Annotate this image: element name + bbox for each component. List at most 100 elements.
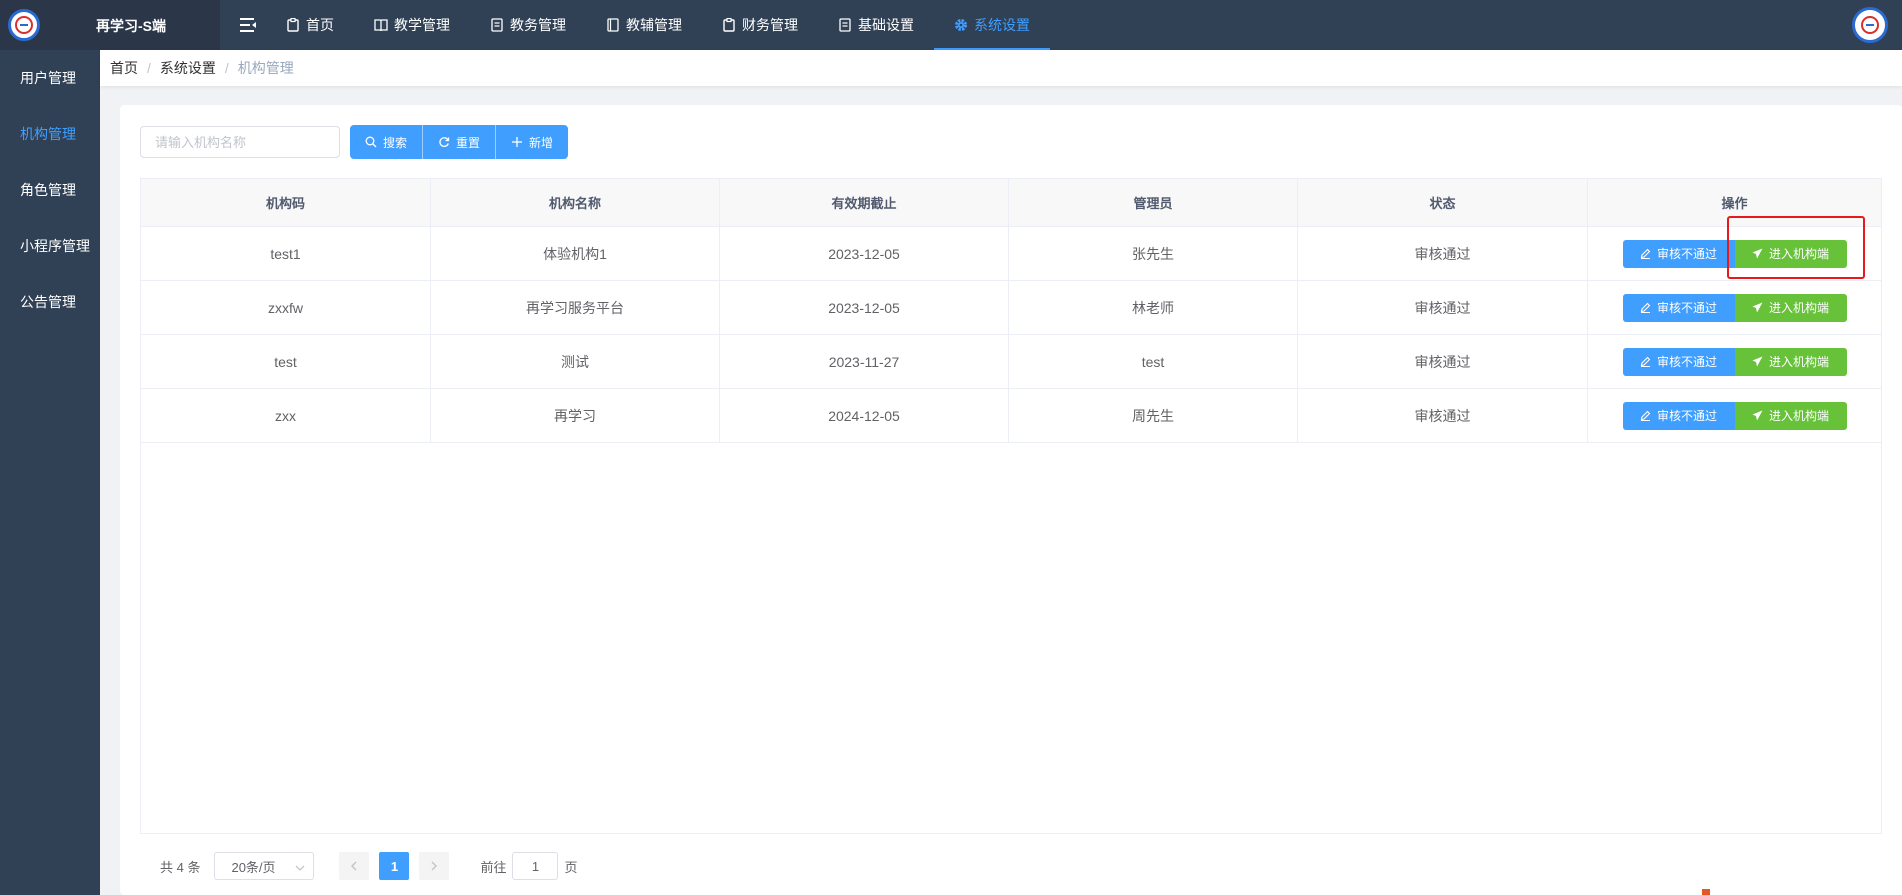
breadcrumb: 首页 / 系统设置 / 机构管理 [100, 50, 1902, 86]
enter-org-label: 进入机构端 [1768, 409, 1829, 423]
hamburger-icon[interactable] [230, 0, 266, 50]
reject-review-label: 审核不通过 [1656, 355, 1717, 369]
nav-item-label: 教辅管理 [626, 17, 682, 33]
reject-review-button[interactable]: 审核不通过 [1622, 401, 1735, 430]
enter-org-label: 进入机构端 [1768, 247, 1829, 261]
breadcrumb-home[interactable]: 首页 [110, 58, 138, 78]
breadcrumb-system-settings[interactable]: 系统设置 [160, 58, 216, 78]
nav-item-label: 基础设置 [858, 17, 914, 33]
nav-item-finance[interactable]: 财务管理 [702, 0, 818, 50]
page-size-select[interactable]: 20条/页 [214, 852, 315, 880]
clipboard-icon [722, 18, 736, 32]
cell-expiry: 2023-11-27 [720, 335, 1009, 388]
sidebar-item-miniprogram[interactable]: 小程序管理 [0, 218, 100, 274]
column-header: 操作 [1721, 196, 1748, 211]
nav-item-label: 系统设置 [974, 17, 1030, 33]
breadcrumb-separator: / [224, 60, 229, 76]
nav-item-basic-settings[interactable]: 基础设置 [818, 0, 934, 50]
breadcrumb-current: 机构管理 [237, 60, 294, 76]
clipboard-icon [286, 18, 300, 32]
search-button[interactable]: 搜索 [350, 125, 424, 159]
column-header: 状态 [1298, 179, 1588, 226]
enter-org-button[interactable]: 进入机构端 [1734, 239, 1847, 268]
nav-item-system-settings[interactable]: 系统设置 [934, 0, 1050, 50]
cell-org-name: 再学习 [431, 389, 720, 442]
refresh-icon [438, 136, 450, 148]
notebook-icon [606, 18, 620, 32]
cell-expiry: 2024-12-05 [720, 389, 1009, 442]
ime-toolbar [1702, 889, 1902, 895]
cell-actions: 审核不通过 进入机构端 [1588, 389, 1881, 442]
edit-icon [1640, 356, 1651, 367]
content-card: 搜索 重置 新增 机构码 机构名称 有效期截止 管理员 状态 操作 test 1 体… [120, 105, 1902, 895]
enter-org-button[interactable]: 进入机构端 [1734, 293, 1847, 322]
nav-item-academic[interactable]: 教务管理 [470, 0, 586, 50]
app-title: 再学习-S端 [96, 18, 166, 34]
cell-admin: test [1009, 335, 1298, 388]
nav-item-teaching[interactable]: 教学管理 [354, 0, 470, 50]
enter-org-button[interactable]: 进入机构端 [1734, 347, 1847, 376]
table-row: zxx 再学习 2024-12-05 周先生 审核通过 审核不通过 进入机构端 [141, 389, 1881, 443]
page-number-current[interactable]: 1 [379, 852, 410, 880]
enter-org-label: 进入机构端 [1768, 301, 1829, 315]
reject-review-button[interactable]: 审核不通过 [1622, 239, 1735, 268]
cell-status: 审核通过 [1298, 227, 1588, 280]
table-row: test1 体验机构1 2023-12-05 张先生 审核通过 审核不通过 进入机构端 [141, 227, 1881, 281]
column-header: 机构名称 [431, 179, 720, 226]
prev-page-button[interactable] [339, 852, 370, 880]
search-button-label: 搜索 [383, 135, 408, 150]
nav-item-teaching-aid[interactable]: 教辅管理 [586, 0, 702, 50]
goto-suffix: 页 [564, 859, 578, 875]
column-header: 管理员 [1009, 179, 1298, 226]
nav-item-label: 教学管理 [394, 17, 450, 33]
nav-item-label: 首页 [306, 17, 334, 33]
nav-item-label: 财务管理 [742, 17, 798, 33]
chevron-down-icon [295, 861, 305, 876]
brand: 再学习-S端 [0, 0, 220, 50]
chevron-left-icon [350, 859, 358, 874]
page-jumper: 前往 页 [480, 852, 578, 880]
pagination-total: 共 4 条 [160, 859, 201, 875]
next-page-button[interactable] [419, 852, 450, 880]
column-header: 机构码 [141, 179, 431, 226]
send-icon [1752, 410, 1763, 421]
add-button[interactable]: 新增 [496, 125, 569, 159]
goto-prefix: 前往 [480, 859, 507, 875]
plus-icon [511, 136, 523, 148]
user-avatar[interactable] [1852, 7, 1888, 43]
sidebar-item-roles[interactable]: 角色管理 [0, 162, 100, 218]
nav-item-home[interactable]: 首页 [266, 0, 354, 50]
cell-status: 审核通过 [1298, 281, 1588, 334]
action-buttons: 审核不通过 进入机构端 [1622, 401, 1847, 430]
cell-expiry: 2023-12-05 [720, 281, 1009, 334]
reject-review-button[interactable]: 审核不通过 [1622, 347, 1735, 376]
action-buttons: 审核不通过 进入机构端 [1622, 239, 1847, 268]
sidebar-item-announcements[interactable]: 公告管理 [0, 274, 100, 330]
reject-review-label: 审核不通过 [1656, 409, 1717, 423]
cell-org-name: 再学习服务平台 [431, 281, 720, 334]
cell-org-code: zxx [141, 389, 431, 442]
goto-page-input[interactable] [512, 852, 559, 880]
send-icon [1752, 248, 1763, 259]
org-name-search-input[interactable] [140, 126, 340, 158]
document-icon [838, 18, 852, 32]
nav-item-label: 教务管理 [510, 17, 566, 33]
edit-icon [1640, 302, 1651, 313]
toolbar-button-group: 搜索 重置 新增 [350, 125, 569, 159]
table-row: test 测试 2023-11-27 test 审核通过 审核不通过 进入机构端 [141, 335, 1881, 389]
cell-expiry: 2023-12-05 [720, 227, 1009, 280]
breadcrumb-separator: / [147, 60, 151, 76]
add-button-label: 新增 [529, 135, 554, 150]
sidebar-item-users[interactable]: 用户管理 [0, 50, 100, 106]
gear-icon [954, 18, 968, 32]
chevron-right-icon [430, 859, 438, 874]
column-header: 有效期截止 [720, 179, 1009, 226]
enter-org-button[interactable]: 进入机构端 [1734, 401, 1847, 430]
reject-review-button[interactable]: 审核不通过 [1622, 293, 1735, 322]
edit-icon [1640, 410, 1651, 421]
reset-button[interactable]: 重置 [423, 125, 497, 159]
table-header: 机构码 机构名称 有效期截止 管理员 状态 操作 [141, 179, 1881, 227]
sidebar-item-organizations[interactable]: 机构管理 [0, 106, 100, 162]
cell-org-name: 体验机构1 [431, 227, 720, 280]
cell-org-code: zxxfw [141, 281, 431, 334]
